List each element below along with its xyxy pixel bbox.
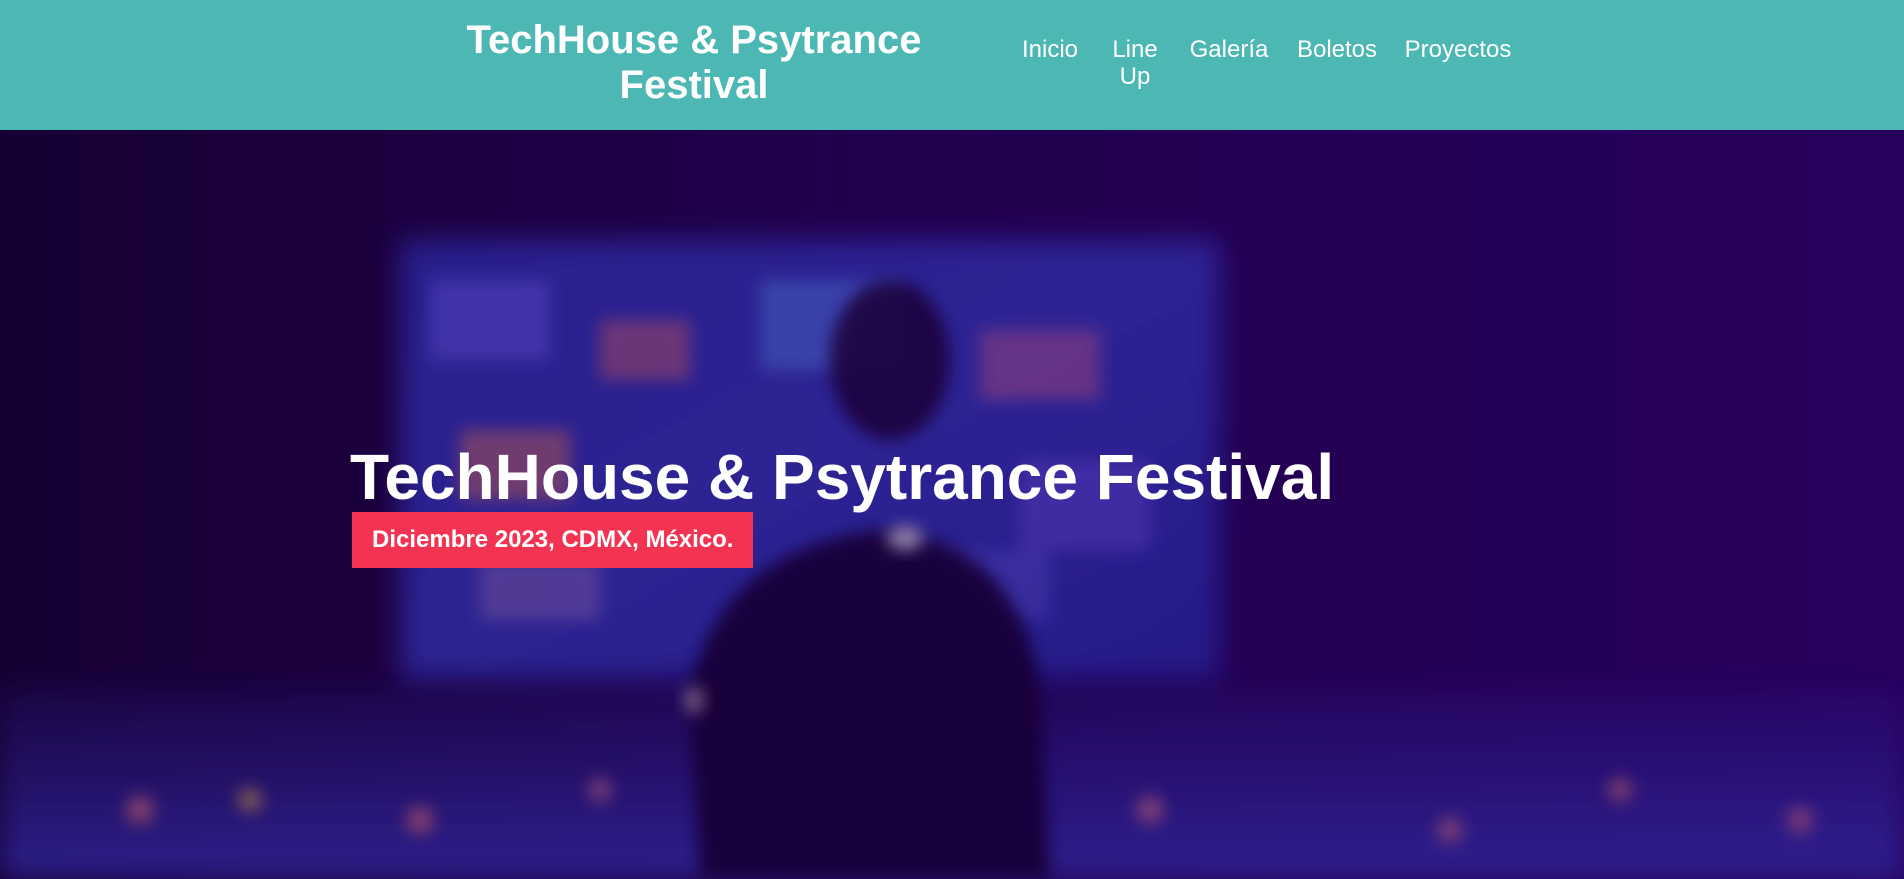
site-title[interactable]: TechHouse & Psytrance Festival: [420, 18, 968, 108]
nav-link-proyectos[interactable]: Proyectos: [1393, 36, 1523, 63]
event-date-badge: Diciembre 2023, CDMX, México.: [352, 512, 754, 568]
site-header: TechHouse & Psytrance Festival Inicio Li…: [0, 0, 1904, 130]
hero-section: TechHouse & Psytrance Festival Diciembre…: [0, 130, 1904, 879]
main-nav: Inicio Line Up Galería Boletos Proyectos: [1005, 36, 1523, 90]
nav-link-boletos[interactable]: Boletos: [1285, 36, 1389, 63]
nav-link-galeria[interactable]: Galería: [1177, 36, 1281, 63]
hero-title: TechHouse & Psytrance Festival: [350, 441, 1335, 513]
nav-link-inicio[interactable]: Inicio: [1005, 36, 1095, 63]
nav-link-line-up[interactable]: Line Up: [1107, 36, 1163, 90]
